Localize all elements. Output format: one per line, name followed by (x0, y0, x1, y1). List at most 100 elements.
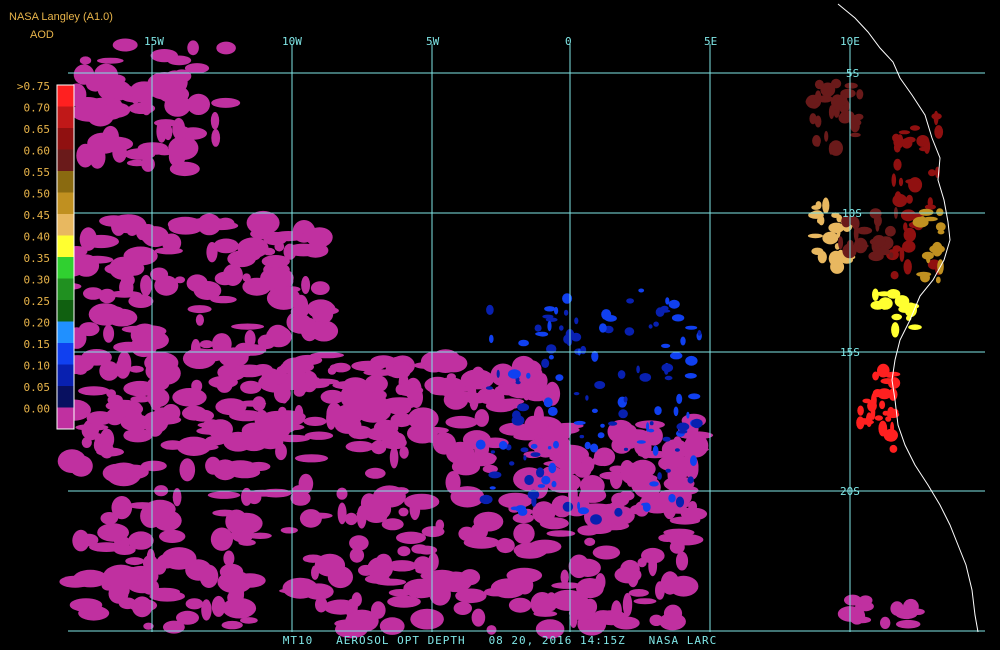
aod-pixel-low (205, 217, 223, 230)
aod-pixel-low (207, 491, 241, 499)
aod-pixel-mid-low (623, 396, 628, 403)
aod-pixel-high (908, 324, 922, 331)
aod-pixel-low (429, 388, 456, 396)
aod-pixel-mid-low (652, 445, 659, 456)
aod-pixel-low (191, 443, 219, 451)
aod-pixel-mid-low (515, 380, 521, 385)
aod-pixel-low (78, 386, 110, 396)
aod-pixel-low (684, 433, 709, 458)
aod-pixel-high (902, 240, 916, 253)
aod-pixel-low (451, 458, 481, 476)
aod-pixel-low (366, 498, 392, 521)
aod-pixel-low (125, 557, 145, 566)
aod-pixel-mid-low (537, 331, 549, 337)
aod-pixel-mid-low (475, 439, 486, 450)
legend-swatch (57, 235, 74, 257)
lat-label-15s: 15S (840, 346, 860, 359)
aod-pixel-low (680, 507, 708, 521)
aod-pixel-mid-low (571, 332, 582, 342)
aod-pixel-mid-low (548, 354, 554, 360)
aod-pixel-high (828, 250, 844, 267)
aod-pixel-mid-low (584, 441, 591, 450)
aod-pixel-mid-low (523, 455, 527, 461)
lon-label-5w: 5W (426, 35, 440, 48)
aod-pixel-mid-low (548, 462, 557, 474)
aod-pixel-high (885, 225, 896, 237)
aod-pixel-low (471, 608, 486, 627)
aod-pixel-low (136, 330, 148, 346)
aod-pixel-mid-low (541, 358, 550, 368)
aod-pixel-mid-low (518, 339, 529, 347)
aod-pixel-low (403, 578, 439, 599)
aod-pixel-low (302, 243, 329, 258)
aod-pixel-low (217, 422, 231, 443)
aod-pixel-high (889, 252, 894, 259)
aod-pixel-mid-low (680, 336, 686, 346)
aod-pixel-mid-low (688, 393, 701, 400)
aod-pixel-low (611, 436, 632, 454)
aod-pixel-mid-low (638, 288, 645, 293)
aod-pixel-mid-low (641, 502, 650, 506)
aod-pixel-low (622, 592, 633, 617)
aod-pixel-low (210, 295, 237, 304)
aod-pixel-low (210, 112, 220, 130)
aod-pixel-mid-low (599, 323, 607, 333)
aod-pixel-mid-low (590, 443, 599, 453)
aod-pixel-low (102, 463, 130, 483)
image-caption: MT10 AEROSOL OPT DEPTH 08 20, 2016 14:15… (0, 634, 1000, 647)
aod-pixel-high (809, 113, 817, 125)
aod-pixel-high (856, 226, 873, 235)
aod-pixel-low (329, 364, 340, 372)
aod-pixel-low (210, 527, 233, 551)
aod-pixel-mid-low (562, 293, 573, 304)
aod-pixel-mid-low (511, 415, 525, 426)
aod-pixel-low (496, 537, 515, 554)
aod-pixel-low (612, 616, 640, 630)
aod-pixel-high (870, 300, 885, 310)
aod-pixel-low (473, 511, 504, 532)
aod-pixel-low (310, 281, 330, 295)
aod-pixel-mid-low (531, 495, 537, 507)
lon-label-10e: 10E (840, 35, 860, 48)
aod-pixel-high (921, 251, 934, 260)
aod-pixel-mid-low (617, 370, 626, 379)
aod-pixel-low (294, 454, 329, 463)
aod-pixel-low (137, 142, 169, 155)
aod-pixel-high (807, 233, 823, 239)
aod-pixel-low (238, 400, 267, 407)
aod-pixel-low (140, 274, 152, 297)
aod-pixel-mid-low (639, 373, 652, 382)
aod-pixel-low (365, 427, 400, 441)
aod-pixel-mid-low (690, 455, 697, 467)
aod-pixel-high (920, 272, 930, 283)
aod-pixel-mid-low (553, 440, 559, 449)
legend-label: 0.00 (24, 403, 51, 416)
aod-pixel-high (937, 229, 945, 235)
aod-pixel-mid-low (591, 350, 599, 362)
aod-pixel-mid-low (530, 443, 538, 449)
aod-pixel-low (675, 551, 689, 571)
aod-pixel-low (314, 301, 336, 317)
aod-pixel-low (463, 536, 500, 549)
aod-pixel-low (141, 156, 155, 172)
aod-pixel-low (508, 597, 532, 613)
aod-pixel-low (387, 560, 417, 572)
aod-pixel-low (168, 146, 186, 167)
aod-pixel-low (390, 412, 413, 428)
aod-pixel-low (103, 324, 115, 343)
aod-pixel-mid-low (676, 393, 683, 404)
aod-pixel-mid-low (517, 403, 530, 412)
legend-label: 0.55 (24, 166, 51, 179)
aod-pixel-high (933, 110, 939, 126)
aod-pixel-low (301, 276, 311, 294)
aod-pixel-mid-low (664, 375, 673, 381)
aod-pixel-mid-low (661, 343, 671, 348)
aod-pixel-low (337, 502, 347, 525)
aod-pixel-low (75, 424, 109, 431)
aod-pixel-mid-low (662, 436, 671, 442)
aod-pixel-low (669, 467, 692, 478)
aod-pixel-high (890, 421, 895, 435)
aod-pixel-mid-low (536, 467, 545, 478)
aod-pixel-mid-low (498, 440, 508, 450)
legend-label: 0.25 (24, 295, 51, 308)
